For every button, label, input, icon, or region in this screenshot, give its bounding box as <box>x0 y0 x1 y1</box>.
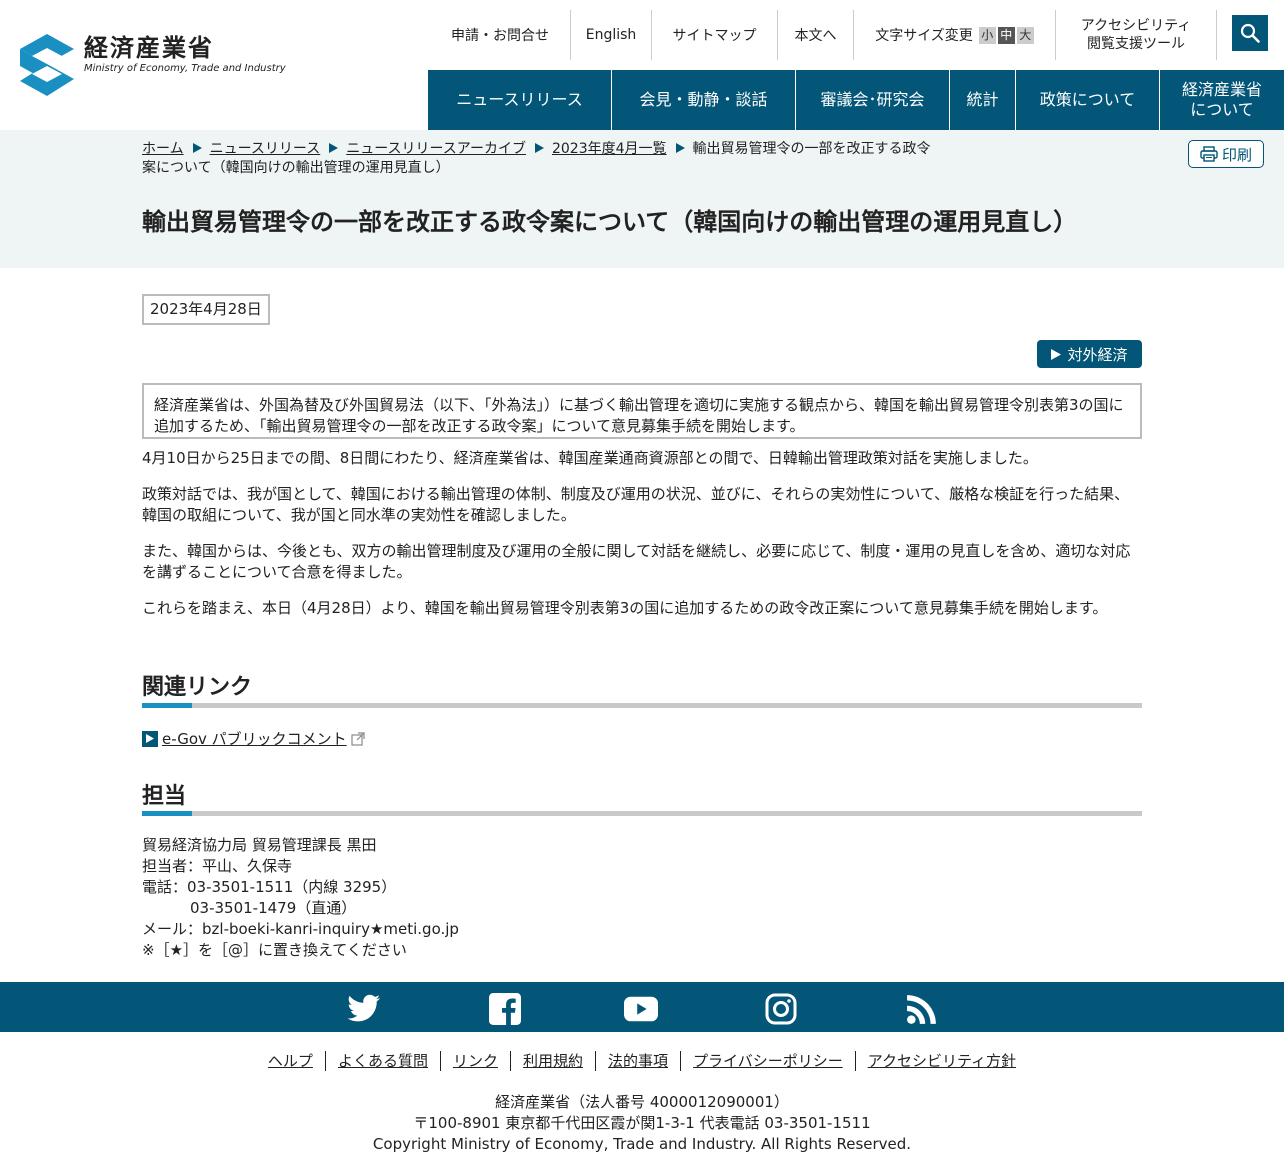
contact-persons: 担当者：平山、久保寺 <box>142 857 293 875</box>
breadcrumb-arrow-icon <box>675 143 685 153</box>
gnav-press-conference[interactable]: 会見・動静・談話 <box>612 70 796 130</box>
contact-heading: 担当 <box>142 784 187 809</box>
category-tag-button[interactable]: 対外経済 <box>1037 340 1142 368</box>
gnav-councils[interactable]: 審議会･研究会 <box>796 70 950 130</box>
accessibility-label-1: アクセシビリティ <box>1080 18 1192 34</box>
gnav-news-release[interactable]: ニュースリリース <box>428 70 612 130</box>
meti-logo[interactable]: 経済産業省 Ministry of Economy, Trade and Ind… <box>20 34 286 96</box>
accessibility-tool-link[interactable]: アクセシビリティ 閲覧支援ツール <box>1056 10 1217 60</box>
printer-icon <box>1200 146 1218 162</box>
skip-to-content-link[interactable]: 本文へ <box>778 10 854 60</box>
contact-link[interactable]: 申請・お問合せ <box>430 10 571 60</box>
footer-info: 経済産業省（法人番号 4000012090001） 〒100-8901 東京都千… <box>0 1092 1284 1153</box>
accessibility-label-2: 閲覧支援ツール <box>1087 36 1185 52</box>
instagram-icon[interactable] <box>764 993 798 1025</box>
global-nav: ニュースリリース 会見・動静・談話 審議会･研究会 統計 政策について 経済産業… <box>428 70 1284 130</box>
body-paragraph-2: 政策対話では、我が国として、韓国における輸出管理の体制、制度及び運用の状況、並び… <box>142 485 1130 524</box>
play-arrow-icon <box>1051 348 1062 360</box>
gnav-about-line1: 経済産業省 <box>1181 80 1262 99</box>
breadcrumb-arrow-icon <box>534 143 544 153</box>
external-link-icon <box>351 731 365 746</box>
breadcrumb-arrow-icon <box>192 143 202 153</box>
breadcrumb-archive[interactable]: ニュースリリースアーカイブ <box>346 141 526 157</box>
footer-copyright: Copyright Ministry of Economy, Trade and… <box>372 1135 912 1153</box>
footer-terms-link[interactable]: 利用規約 <box>511 1051 596 1071</box>
contact-phone-direct: 03-3501-1479（直通） <box>190 899 357 917</box>
font-size-large-button[interactable]: 大 <box>1016 26 1034 44</box>
footer-privacy-link[interactable]: プライバシーポリシー <box>681 1051 856 1071</box>
footer-address: 〒100-8901 東京都千代田区霞が関1-3-1 代表電話 03-3501-1… <box>413 1114 871 1132</box>
contact-phone-main: 電話：03-3501-1511（内線 3295） <box>142 878 397 896</box>
breadcrumb-arrow-icon <box>329 143 339 153</box>
gnav-about-meti[interactable]: 経済産業省 について <box>1160 70 1284 130</box>
search-icon <box>1240 23 1260 43</box>
font-size-label: 文字サイズ変更 <box>875 28 973 44</box>
breadcrumb: ホーム ニュースリリース ニュースリリースアーカイブ 2023年度4月一覧 輸出貿易管理… <box>142 140 942 178</box>
gnav-policies[interactable]: 政策について <box>1016 70 1160 130</box>
english-link[interactable]: English <box>571 10 652 60</box>
print-label: 印刷 <box>1221 145 1252 164</box>
font-size-small-button[interactable]: 小 <box>978 26 996 44</box>
twitter-icon[interactable] <box>347 993 381 1025</box>
contact-department: 貿易経済協力局 貿易管理課長 黒田 <box>142 836 377 854</box>
meti-logo-icon <box>20 34 74 96</box>
footer-accessibility-link[interactable]: アクセシビリティ方針 <box>856 1051 1028 1071</box>
breadcrumb-news-release[interactable]: ニュースリリース <box>210 141 321 157</box>
search-button[interactable] <box>1232 15 1268 51</box>
logo-name-en: Ministry of Economy, Trade and Industry <box>84 63 286 74</box>
logo-name-jp: 経済産業省 <box>84 33 214 62</box>
sitemap-link[interactable]: サイトマップ <box>652 10 778 60</box>
contact-email: メール：bzl-boeki-kanri-inquiry★meti.go.jp <box>142 920 459 938</box>
publish-date: 2023年4月28日 <box>142 294 270 325</box>
youtube-icon[interactable] <box>624 993 658 1025</box>
egov-public-comment-link[interactable]: e-Gov パブリックコメント <box>162 728 347 749</box>
breadcrumb-home[interactable]: ホーム <box>142 141 184 157</box>
utility-nav: 申請・お問合せ English サイトマップ 本文へ 文字サイズ変更 小 中 大… <box>430 10 1217 60</box>
gnav-about-line2: について <box>1190 100 1254 119</box>
footer-links-link[interactable]: リンク <box>441 1051 511 1071</box>
breadcrumb-april-list[interactable]: 2023年度4月一覧 <box>552 141 667 157</box>
summary-box: 経済産業省は、外国為替及び外国貿易法（以下、「外為法」）に基づく輸出管理を適切に… <box>142 383 1142 439</box>
footer-legal-link[interactable]: 法的事項 <box>596 1051 681 1071</box>
body-paragraph-4: これらを踏まえ、本日（4月28日）より、韓国を輸出貿易管理令別表第3の国に追加す… <box>142 599 1108 617</box>
body-paragraph-3: また、韓国からは、今後とも、双方の輸出管理制度及び運用の全般に関して対話を継続し… <box>142 542 1131 581</box>
footer-links: ヘルプ よくある質問 リンク 利用規約 法的事項 プライバシーポリシー アクセシ… <box>0 1051 1284 1071</box>
footer-help-link[interactable]: ヘルプ <box>256 1051 326 1071</box>
site-header: 経済産業省 Ministry of Economy, Trade and Ind… <box>0 0 1284 130</box>
footer-corporate-number: 経済産業省（法人番号 4000012090001） <box>495 1093 789 1111</box>
contact-email-note: ※［★］を［@］に置き換えてください <box>142 941 407 959</box>
gnav-statistics[interactable]: 統計 <box>950 70 1016 130</box>
print-button[interactable]: 印刷 <box>1188 140 1264 168</box>
egov-link-row: e-Gov パブリックコメント <box>142 728 365 749</box>
footer-faq-link[interactable]: よくある質問 <box>326 1051 441 1071</box>
font-size-medium-button[interactable]: 中 <box>997 26 1015 44</box>
rss-icon[interactable] <box>905 993 939 1025</box>
section-divider <box>142 703 1142 708</box>
section-divider <box>142 811 1142 816</box>
contact-info: 貿易経済協力局 貿易管理課長 黒田 担当者：平山、久保寺 電話：03-3501-… <box>142 835 459 961</box>
page-title: 輸出貿易管理令の一部を改正する政令案について（韓国向けの輸出管理の運用見直し） <box>142 208 1078 236</box>
body-paragraph-1: 4月10日から25日までの間、8日間にわたり、経済産業省は、韓国産業通商資源部と… <box>142 449 1038 467</box>
link-arrow-icon <box>142 730 158 747</box>
related-links-heading: 関連リンク <box>142 675 253 700</box>
font-size-control: 文字サイズ変更 小 中 大 <box>854 10 1056 60</box>
category-tag-label: 対外経済 <box>1067 345 1128 364</box>
facebook-icon[interactable] <box>488 993 522 1025</box>
